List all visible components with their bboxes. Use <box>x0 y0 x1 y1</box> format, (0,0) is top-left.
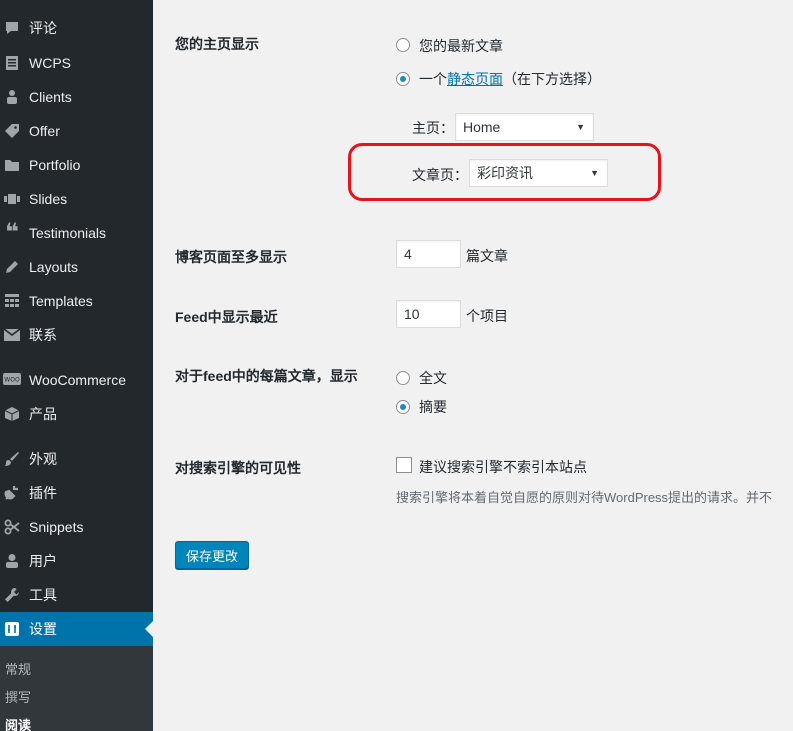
sidebar-item-clients[interactable]: Clients <box>0 80 153 114</box>
woo-icon: WOO <box>3 371 21 389</box>
settings-submenu: 常规 撰写 阅读 <box>0 646 153 731</box>
user-icon <box>3 552 21 570</box>
blog-pages-input[interactable]: 4 <box>396 240 461 268</box>
sidebar-item-products[interactable]: 产品 <box>0 397 153 431</box>
sidebar-item-label: WooCommerce <box>29 372 126 388</box>
submenu-item-writing[interactable]: 撰写 <box>5 687 31 706</box>
sidebar-item-label: Layouts <box>29 259 79 275</box>
front-page-label: 主页： <box>412 120 454 136</box>
sidebar-item-portfolio[interactable]: Portfolio <box>0 148 153 182</box>
latest-posts-radio[interactable] <box>396 38 410 52</box>
front-page-value: Home <box>463 119 501 135</box>
settings-icon <box>3 620 21 638</box>
submenu-item-reading[interactable]: 阅读 <box>5 715 31 731</box>
sidebar-item-snippets[interactable]: Snippets <box>0 510 153 544</box>
sidebar-item-appearance[interactable]: 外观 <box>0 442 153 476</box>
mail-icon <box>3 326 21 344</box>
blog-pages-label: 博客页面至多显示 <box>175 249 287 265</box>
summary-label: 摘要 <box>419 399 447 415</box>
users-icon <box>3 88 21 106</box>
sidebar-item-label: Templates <box>29 293 93 309</box>
sidebar-item-users[interactable]: 用户 <box>0 544 153 578</box>
sidebar-item-label: 联系 <box>29 327 57 343</box>
blog-pages-value: 4 <box>404 246 412 262</box>
chevron-down-icon: ▼ <box>576 122 585 132</box>
search-visibility-label: 对搜索引擎的可见性 <box>175 460 301 476</box>
feed-recent-value: 10 <box>404 306 420 322</box>
sidebar-item-offer[interactable]: Offer <box>0 114 153 148</box>
folder-icon <box>3 156 21 174</box>
feed-content-label: 对于feed中的每篇文章，显示 <box>175 368 358 384</box>
feed-recent-suffix: 个项目 <box>466 308 508 324</box>
sidebar-item-tools[interactable]: 工具 <box>0 578 153 612</box>
static-page-suffix: （在下方选择） <box>503 71 601 87</box>
sidebar-item-label: Snippets <box>29 519 84 535</box>
scissors-icon <box>3 518 21 536</box>
sidebar-item-label: 外观 <box>29 451 57 467</box>
quote-icon: ❝ <box>4 219 20 246</box>
static-page-link[interactable]: 静态页面 <box>447 71 503 87</box>
tag-icon <box>3 122 21 140</box>
slides-icon <box>3 190 21 208</box>
sidebar-item-label: 评论 <box>29 20 57 36</box>
static-page-prefix: 一个 <box>419 71 447 87</box>
save-changes-button[interactable]: 保存更改 <box>175 541 250 569</box>
active-indicator-arrow <box>145 621 153 637</box>
document-icon <box>3 54 21 72</box>
summary-radio[interactable] <box>396 400 410 414</box>
submenu-item-general[interactable]: 常规 <box>5 659 31 678</box>
sidebar-item-label: WCPS <box>29 55 71 71</box>
sidebar-item-label: 插件 <box>29 485 57 501</box>
discourage-indexing-checkbox[interactable] <box>396 457 412 473</box>
homepage-display-label: 您的主页显示 <box>175 36 259 52</box>
discourage-indexing-label: 建议搜索引擎不索引本站点 <box>419 459 587 475</box>
partial-icon: ▪ <box>3 0 21 6</box>
full-text-label: 全文 <box>419 370 447 386</box>
sidebar-item-plugins[interactable]: 插件 <box>0 476 153 510</box>
latest-posts-label: 您的最新文章 <box>419 38 503 54</box>
settings-main: 您的主页显示 您的最新文章 一个静态页面（在下方选择） 主页： Home ▼ 文… <box>153 0 793 731</box>
box-icon <box>3 405 21 423</box>
svg-text:WOO: WOO <box>4 377 20 384</box>
sidebar-item-settings[interactable]: 设置 <box>0 612 153 646</box>
sidebar-item-label: Testimonials <box>29 225 107 241</box>
search-visibility-description: 搜索引擎将本着自觉自愿的原则对待WordPress提出的请求。并不 <box>396 490 773 505</box>
sidebar-item-testimonials[interactable]: ❝ Testimonials <box>0 216 153 250</box>
highlight-annotation-box <box>348 143 661 201</box>
admin-sidebar: ▪ 评论 WCPS Clients Offer Portfolio <box>0 0 153 731</box>
wrench-icon <box>3 586 21 604</box>
sidebar-item-label: Offer <box>29 123 60 139</box>
sidebar-item-comments[interactable]: 评论 <box>0 11 153 45</box>
sidebar-item-layouts[interactable]: Layouts <box>0 250 153 284</box>
sidebar-item-label: 用户 <box>29 553 57 569</box>
sidebar-item-label: 工具 <box>29 587 57 603</box>
sidebar-item-label: Slides <box>29 191 68 207</box>
front-page-select[interactable]: Home ▼ <box>455 113 594 141</box>
sidebar-item-label: Clients <box>29 89 72 105</box>
sidebar-item-label: Portfolio <box>29 157 81 173</box>
sidebar-item-slides[interactable]: Slides <box>0 182 153 216</box>
full-text-radio[interactable] <box>396 371 410 385</box>
table-icon <box>3 292 21 310</box>
blog-pages-suffix: 篇文章 <box>466 248 508 264</box>
sidebar-item-label: 产品 <box>29 406 57 422</box>
plug-icon <box>3 484 21 502</box>
static-page-radio[interactable] <box>396 72 410 86</box>
comment-icon <box>3 19 21 37</box>
static-page-label: 一个静态页面（在下方选择） <box>419 69 601 89</box>
feed-recent-label: Feed中显示最近 <box>175 309 278 325</box>
feed-recent-input[interactable]: 10 <box>396 300 461 328</box>
sidebar-item-templates[interactable]: Templates <box>0 284 153 318</box>
pencil-icon <box>3 258 21 276</box>
sidebar-item-woocommerce[interactable]: WOO WooCommerce <box>0 363 153 397</box>
sidebar-item-contact[interactable]: 联系 <box>0 318 153 352</box>
brush-icon <box>3 450 21 468</box>
sidebar-item-label: 设置 <box>29 621 57 637</box>
sidebar-item-wcps[interactable]: WCPS <box>0 46 153 80</box>
